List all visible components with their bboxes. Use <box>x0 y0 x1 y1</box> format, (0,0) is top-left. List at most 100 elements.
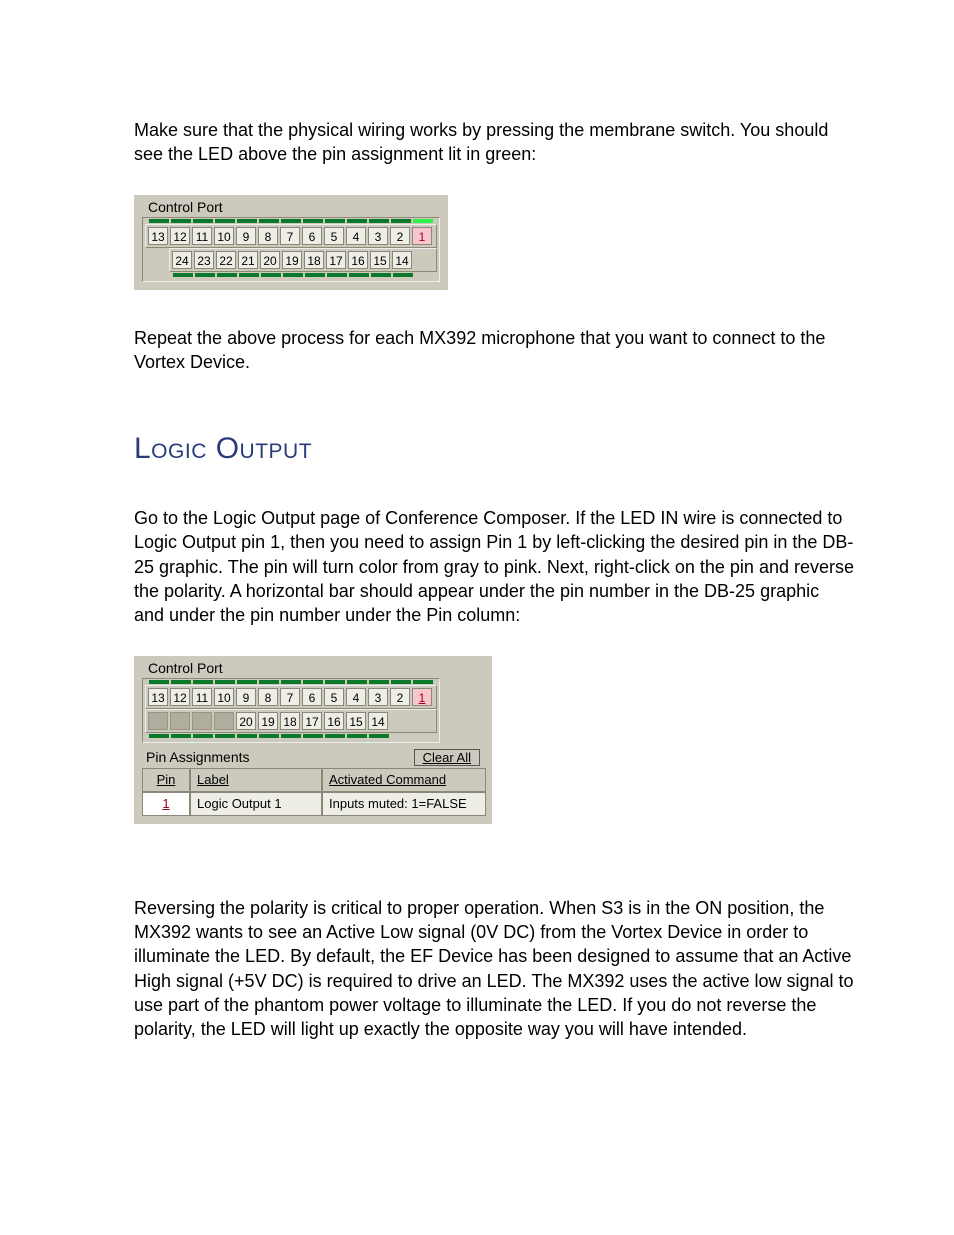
led-indicator <box>237 680 257 684</box>
column-label: Label Logic Output 1 <box>190 768 322 816</box>
pin-15: 15 <box>370 251 390 269</box>
led-indicator <box>215 734 235 738</box>
pin-6: 6 <box>302 688 322 706</box>
pin-15: 15 <box>346 712 366 730</box>
led-indicator <box>149 734 169 738</box>
led-indicator <box>369 734 389 738</box>
paragraph-logic-2: Reversing the polarity is critical to pr… <box>134 896 854 1042</box>
led-indicator <box>259 219 279 223</box>
pin-7: 7 <box>280 688 300 706</box>
pin-assignments-table: Pin 1 Label Logic Output 1 Activated Com… <box>142 768 484 816</box>
document-page: Make sure that the physical wiring works… <box>0 0 954 1235</box>
led-indicator <box>171 219 191 223</box>
pin-18: 18 <box>280 712 300 730</box>
paragraph-intro-1: Make sure that the physical wiring works… <box>134 118 854 167</box>
control-port-figure-2: Control Port 13121110987654321 201918171… <box>134 656 492 824</box>
led-row-top <box>145 219 437 223</box>
led-indicator <box>239 273 259 277</box>
pin-19: 19 <box>258 712 278 730</box>
pin-8: 8 <box>258 227 278 245</box>
pin-16: 16 <box>348 251 368 269</box>
led-indicator <box>303 219 323 223</box>
control-port-figure-1: Control Port 13121110987654321 242322212… <box>134 195 448 290</box>
control-port-title: Control Port <box>142 660 484 676</box>
led-indicator <box>217 273 237 277</box>
clear-all-button[interactable]: Clear All <box>414 749 480 766</box>
led-indicator <box>325 680 345 684</box>
pin-blank <box>170 712 190 730</box>
led-indicator <box>347 680 367 684</box>
led-indicator <box>391 680 411 684</box>
pin-row-bottom: 20191817161514 <box>145 709 437 733</box>
logic-output-heading: Logic Output <box>134 432 854 466</box>
led-row-bottom <box>169 273 437 277</box>
led-indicator <box>173 273 193 277</box>
pin-20: 20 <box>236 712 256 730</box>
pin-13: 13 <box>148 688 168 706</box>
led-indicator <box>347 219 367 223</box>
led-indicator <box>281 219 301 223</box>
led-row-bottom <box>145 734 437 738</box>
pin-10: 10 <box>214 688 234 706</box>
pin-row-bottom: 2423222120191817161514 <box>169 248 437 272</box>
pin-8: 8 <box>258 688 278 706</box>
led-indicator <box>149 219 169 223</box>
led-row-top <box>145 680 437 684</box>
pin-row-top: 13121110987654321 <box>145 224 437 248</box>
led-indicator <box>193 219 213 223</box>
pin-12: 12 <box>170 688 190 706</box>
pin-blank <box>192 712 212 730</box>
pin-5: 5 <box>324 227 344 245</box>
pin-11: 11 <box>192 227 212 245</box>
led-indicator <box>215 219 235 223</box>
pin-14: 14 <box>368 712 388 730</box>
pin-14: 14 <box>392 251 412 269</box>
led-indicator <box>281 734 301 738</box>
pin-1: 1 <box>412 227 432 245</box>
pin-11: 11 <box>192 688 212 706</box>
led-indicator <box>413 219 433 223</box>
led-indicator <box>259 680 279 684</box>
led-indicator <box>369 680 389 684</box>
led-indicator <box>171 734 191 738</box>
led-indicator <box>347 734 367 738</box>
led-indicator <box>413 680 433 684</box>
led-indicator <box>259 734 279 738</box>
pin-20: 20 <box>260 251 280 269</box>
led-indicator <box>393 273 413 277</box>
pin-6: 6 <box>302 227 322 245</box>
led-indicator <box>149 680 169 684</box>
pin-row-top: 13121110987654321 <box>145 685 437 709</box>
header-pin: Pin <box>142 768 190 792</box>
led-indicator <box>215 680 235 684</box>
pin-21: 21 <box>238 251 258 269</box>
pin-9: 9 <box>236 227 256 245</box>
led-indicator <box>193 734 213 738</box>
led-indicator <box>303 734 323 738</box>
pin-5: 5 <box>324 688 344 706</box>
pin-7: 7 <box>280 227 300 245</box>
led-indicator <box>325 219 345 223</box>
pin-4: 4 <box>346 688 366 706</box>
pin-4: 4 <box>346 227 366 245</box>
led-indicator <box>371 273 391 277</box>
db25-connector: 13121110987654321 20191817161514 <box>142 678 440 743</box>
led-indicator <box>327 273 347 277</box>
led-indicator <box>237 734 257 738</box>
led-indicator <box>281 680 301 684</box>
pin-3: 3 <box>368 227 388 245</box>
pin-9: 9 <box>236 688 256 706</box>
pin-13: 13 <box>148 227 168 245</box>
pin-2: 2 <box>390 227 410 245</box>
pin-16: 16 <box>324 712 344 730</box>
pin-23: 23 <box>194 251 214 269</box>
paragraph-logic-1: Go to the Logic Output page of Conferenc… <box>134 506 854 627</box>
pin-24: 24 <box>172 251 192 269</box>
pin-12: 12 <box>170 227 190 245</box>
led-indicator <box>193 680 213 684</box>
header-activated-command: Activated Command <box>322 768 486 792</box>
led-indicator <box>349 273 369 277</box>
pin-19: 19 <box>282 251 302 269</box>
led-indicator <box>325 734 345 738</box>
led-indicator <box>303 680 323 684</box>
